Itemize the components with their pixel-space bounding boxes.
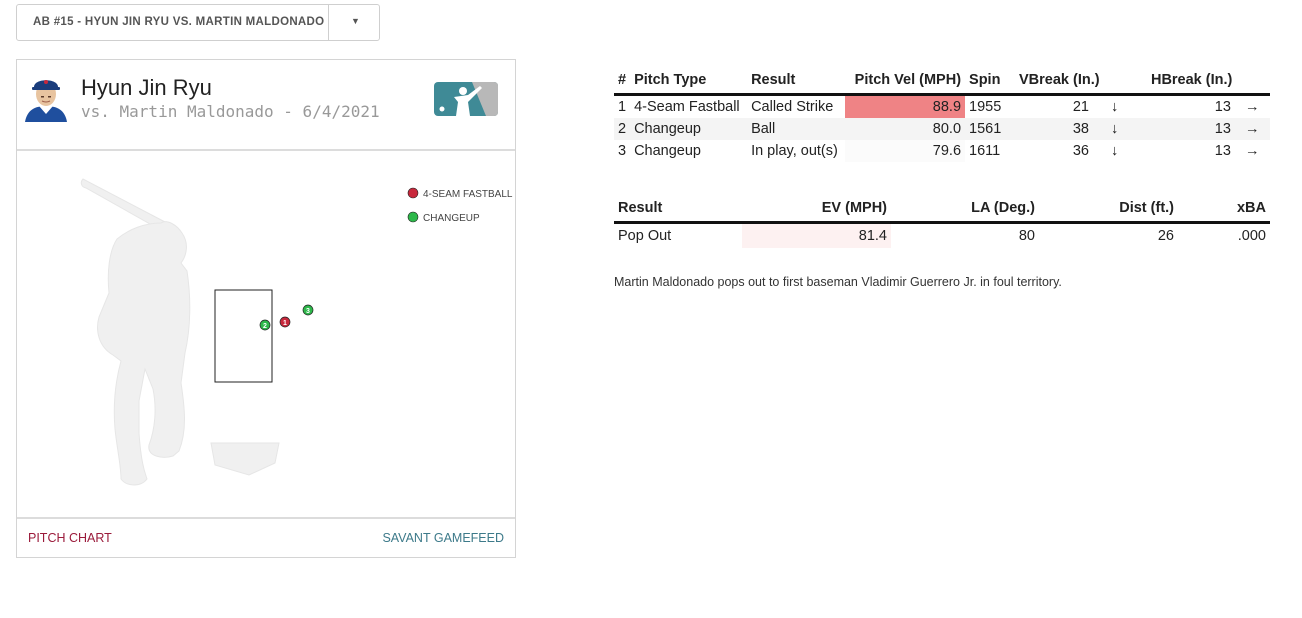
pitch-number: 3 bbox=[618, 143, 627, 159]
chevron-down-icon[interactable]: ▼ bbox=[351, 16, 360, 26]
pitch-hbreak: 13 bbox=[1214, 143, 1231, 159]
pitch-chart-card: Hyun Jin Ryu vs. Martin Maldonado - 6/4/… bbox=[16, 59, 516, 558]
pitch-type: Changeup bbox=[630, 118, 748, 140]
pitch-vbreak: 38 bbox=[1015, 118, 1093, 140]
col-header-dist: Dist (ft.) bbox=[1039, 194, 1178, 224]
table-row: 1 4-Seam Fastball Called Strike 88.9 195… bbox=[614, 94, 1270, 118]
pitch-hbreak: 13 bbox=[1130, 118, 1235, 140]
table-row: 3 Changeup In play, out(s) 79.6 1611 36 … bbox=[614, 140, 1270, 162]
bip-xba: .000 bbox=[1237, 228, 1266, 244]
batted-ball-table: Result EV (MPH) LA (Deg.) Dist (ft.) xBA… bbox=[614, 194, 1270, 248]
pitch-marker[interactable]: 3 bbox=[302, 304, 314, 316]
pitcher-name: Hyun Jin Ryu bbox=[81, 75, 212, 100]
table-row: 2 Changeup Ball 80.0 1561 38 ↓ 13 → bbox=[614, 118, 1270, 140]
bip-result: Pop Out bbox=[618, 228, 672, 244]
pitch-velocity: 88.9 bbox=[845, 94, 966, 118]
at-bat-selector[interactable]: AB #15 - HYUN JIN RYU VS. MARTIN MALDONA… bbox=[16, 4, 380, 41]
pitch-result: Called Strike bbox=[751, 99, 834, 115]
matchup-subtitle: vs. Martin Maldonado - 6/4/2021 bbox=[81, 102, 380, 121]
pitch-spin: 1561 bbox=[965, 118, 1016, 140]
col-header-spin: Spin bbox=[965, 66, 1016, 96]
pitch-type: 4-Seam Fastball bbox=[634, 99, 740, 115]
batter-silhouette bbox=[80, 178, 280, 486]
player-headshot-icon bbox=[21, 72, 71, 122]
bip-exit-velocity: 81.4 bbox=[742, 222, 891, 248]
strike-zone bbox=[214, 289, 273, 383]
pitch-table: # Pitch Type Result Pitch Vel (MPH) Spin… bbox=[614, 66, 1270, 162]
pitch-vbreak: 21 bbox=[1072, 99, 1089, 115]
col-header-pitch-type: Pitch Type bbox=[630, 66, 748, 96]
strike-zone-chart: 4-SEAM FASTBALL CHANGEUP 2 1 3 bbox=[80, 178, 513, 486]
card-footer: PITCH CHART SAVANT GAMEFEED bbox=[17, 517, 515, 557]
table-row: Pop Out 81.4 80 26 .000 bbox=[614, 222, 1270, 248]
savant-gamefeed-link[interactable]: SAVANT GAMEFEED bbox=[382, 531, 504, 545]
at-bat-selector-label: AB #15 - HYUN JIN RYU VS. MARTIN MALDONA… bbox=[33, 16, 325, 28]
legend-dot bbox=[407, 211, 419, 223]
pitch-table-header: # Pitch Type Result Pitch Vel (MPH) Spin… bbox=[614, 66, 1270, 96]
selector-divider bbox=[328, 5, 329, 40]
pitch-hbreak: 13 bbox=[1214, 99, 1231, 115]
card-header: Hyun Jin Ryu vs. Martin Maldonado - 6/4/… bbox=[17, 60, 515, 151]
pitch-number: 1 bbox=[618, 99, 627, 115]
col-header-number: # bbox=[614, 66, 631, 96]
col-header-xba: xBA bbox=[1178, 194, 1270, 224]
arrow-right-icon: → bbox=[1234, 118, 1270, 140]
legend-dot bbox=[407, 187, 419, 199]
col-header-bip-result: Result bbox=[614, 194, 742, 224]
bip-launch-angle: 80 bbox=[1018, 228, 1035, 244]
pitch-result: Ball bbox=[747, 118, 846, 140]
chart-legend: 4-SEAM FASTBALL CHANGEUP bbox=[407, 187, 513, 224]
pitch-vbreak: 36 bbox=[1072, 143, 1089, 159]
legend-label: 4-SEAM FASTBALL bbox=[423, 189, 513, 200]
col-header-hbreak: HBreak (In.) bbox=[1130, 66, 1270, 96]
arrow-down-icon: ↓ bbox=[1092, 118, 1131, 140]
play-description: Martin Maldonado pops out to first basem… bbox=[614, 275, 1062, 289]
pitch-marker-number: 1 bbox=[283, 320, 287, 327]
pitch-velocity: 79.6 bbox=[845, 140, 966, 162]
pitch-chart-link[interactable]: PITCH CHART bbox=[28, 531, 112, 545]
col-header-la: LA (Deg.) bbox=[891, 194, 1039, 224]
arrow-down-icon: ↓ bbox=[1110, 143, 1119, 159]
col-header-result: Result bbox=[747, 66, 846, 96]
pitch-marker-number: 3 bbox=[306, 308, 310, 315]
pitch-type: Changeup bbox=[634, 143, 701, 159]
pitch-number: 2 bbox=[614, 118, 631, 140]
pitch-result: In play, out(s) bbox=[751, 143, 838, 159]
col-header-velocity: Pitch Vel (MPH) bbox=[845, 66, 966, 96]
legend-label: CHANGEUP bbox=[423, 213, 480, 224]
pitch-marker-number: 2 bbox=[263, 323, 267, 330]
pitch-spin: 1611 bbox=[969, 143, 1001, 159]
pitch-velocity: 80.0 bbox=[845, 118, 966, 140]
batted-ball-header: Result EV (MPH) LA (Deg.) Dist (ft.) xBA bbox=[614, 194, 1270, 224]
arrow-right-icon: → bbox=[1244, 143, 1260, 159]
mlb-logo-icon bbox=[434, 82, 498, 116]
arrow-down-icon: ↓ bbox=[1110, 99, 1119, 115]
col-header-ev: EV (MPH) bbox=[742, 194, 891, 224]
arrow-right-icon: → bbox=[1244, 99, 1260, 115]
pitch-marker[interactable]: 1 bbox=[279, 316, 291, 328]
pitch-spin: 1955 bbox=[969, 99, 1002, 115]
col-header-vbreak: VBreak (In.) bbox=[1015, 66, 1131, 96]
bip-distance: 26 bbox=[1157, 228, 1174, 244]
pitch-marker[interactable]: 2 bbox=[259, 319, 271, 331]
